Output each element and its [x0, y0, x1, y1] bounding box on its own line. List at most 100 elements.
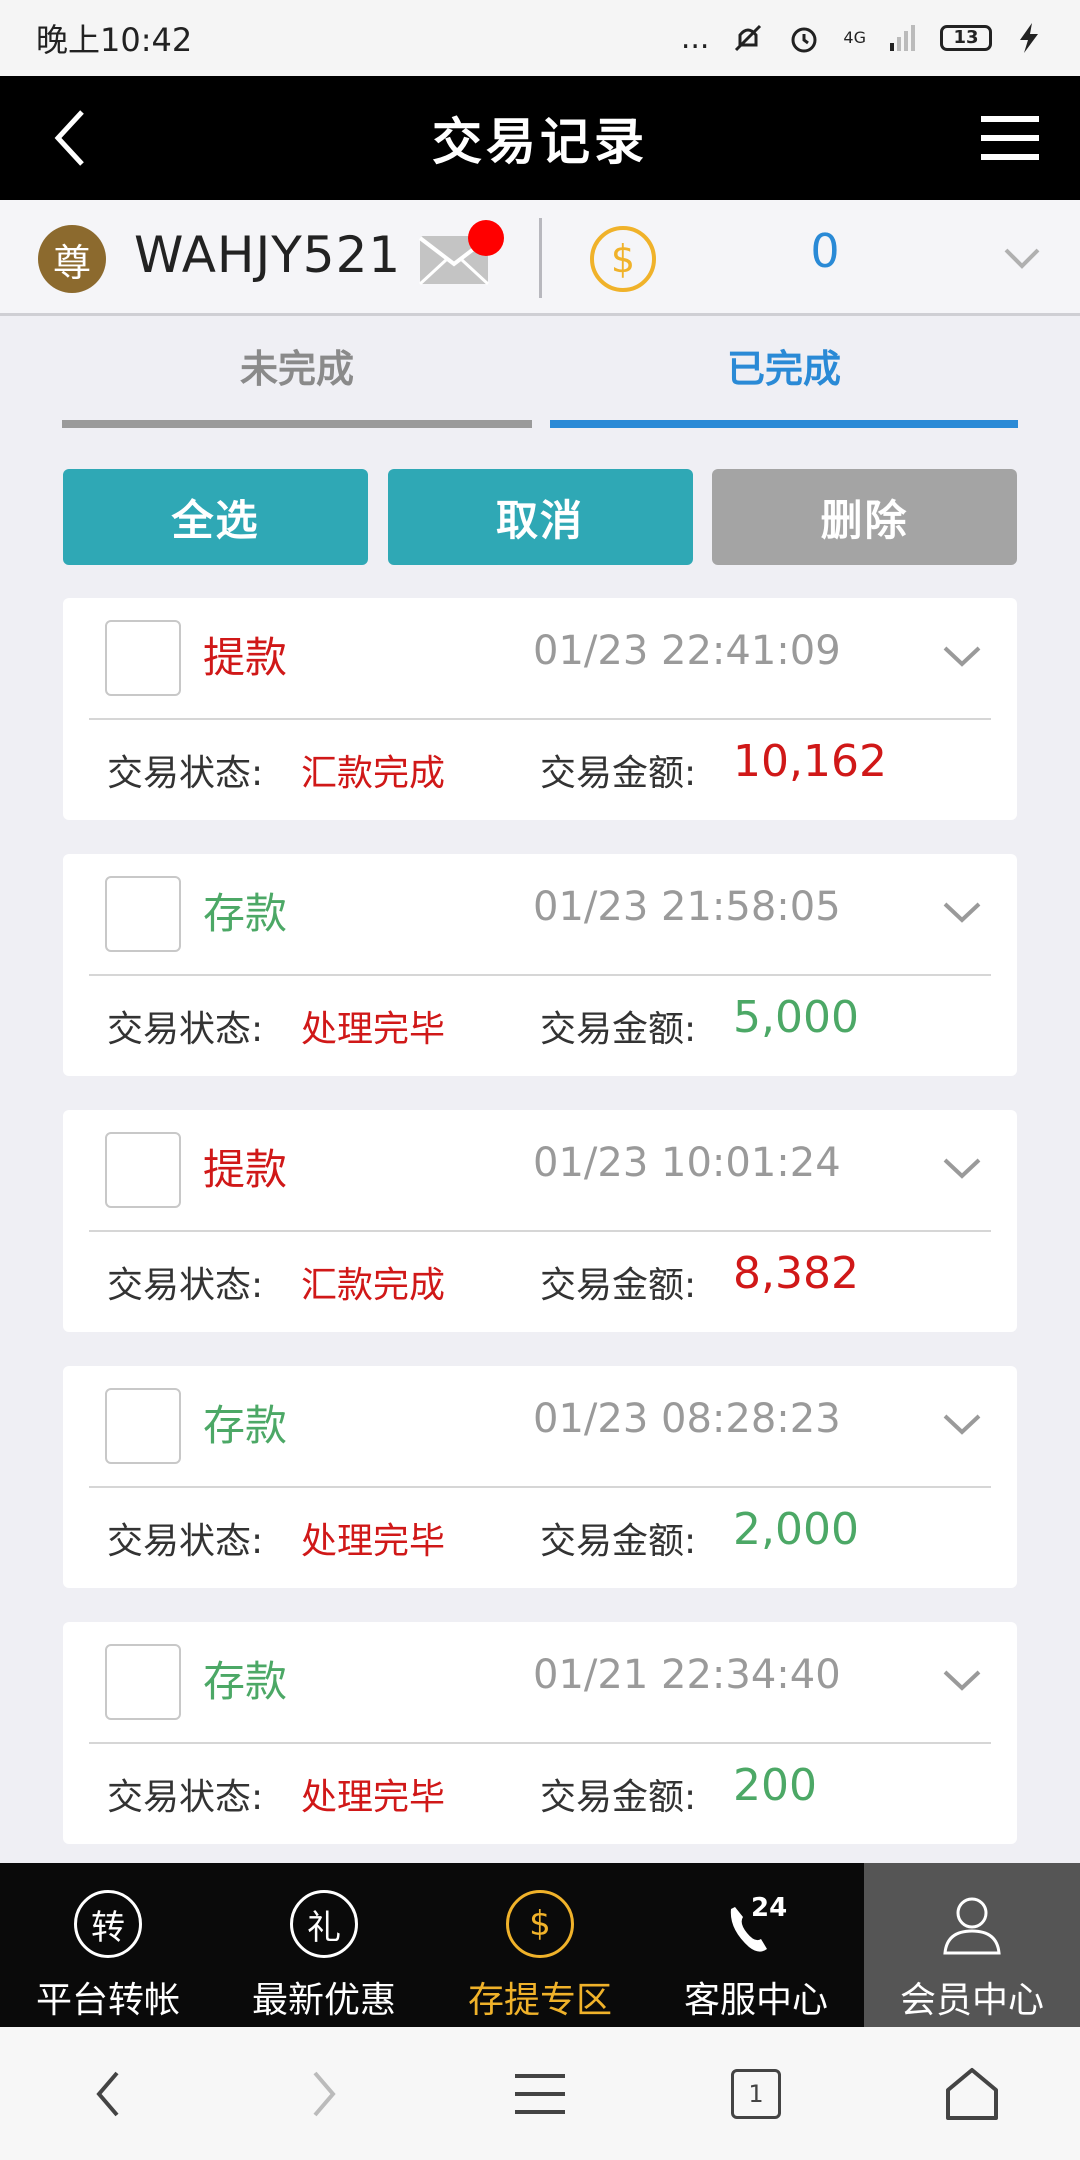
coin-icon: $ [590, 226, 656, 292]
record-type: 存款 [203, 889, 288, 938]
status-value: 汇款完成 [301, 1265, 446, 1306]
menu-button[interactable] [970, 98, 1050, 178]
record-checkbox[interactable] [105, 620, 181, 696]
status-value: 汇款完成 [301, 753, 446, 794]
status-value: 处理完毕 [301, 1521, 446, 1562]
amount-label: 交易金额: [540, 1777, 697, 1818]
divider [89, 718, 991, 720]
divider [89, 974, 991, 976]
nav-member-center[interactable]: 会员中心 [864, 1863, 1080, 2027]
tab-completed[interactable]: 已完成 [550, 318, 1018, 428]
tab-count-icon: 1 [731, 2068, 781, 2119]
cancel-button[interactable]: 取消 [387, 469, 693, 565]
amount-label: 交易金额: [540, 1265, 697, 1306]
record-card[interactable]: 存款 01/23 21:58:05 交易状态: 处理完毕 交易金额: 5,000 [63, 854, 1017, 1076]
browser-home-button[interactable] [932, 2054, 1012, 2134]
tab-underline [550, 420, 1018, 428]
page-title: 交易记录 [432, 113, 648, 171]
record-card[interactable]: 存款 01/23 08:28:23 交易状态: 处理完毕 交易金额: 2,000 [63, 1366, 1017, 1588]
amount-value: 2,000 [733, 1504, 859, 1555]
select-all-button[interactable]: 全选 [63, 469, 368, 565]
gift-icon: 礼 [289, 1889, 359, 1959]
status-bar: 晚上10:42 ... 4G 13 [0, 0, 1080, 76]
nav-icon-circle: 礼 [290, 1890, 358, 1958]
record-time: 01/23 08:28:23 [533, 1396, 841, 1442]
record-time: 01/23 22:41:09 [533, 628, 841, 674]
chevron-down-icon[interactable] [939, 1402, 985, 1448]
record-time: 01/23 10:01:24 [533, 1140, 841, 1186]
status-value: 处理完毕 [301, 1009, 446, 1050]
balance-value: 0 [810, 224, 840, 278]
nav-label: 会员中心 [899, 1980, 1044, 2021]
status-value: 处理完毕 [301, 1777, 446, 1818]
amount-value: 8,382 [733, 1248, 859, 1299]
status-time: 晚上10:42 [36, 21, 193, 59]
alarm-icon [791, 27, 817, 53]
more-dots-icon: ... [680, 20, 710, 56]
delete-button[interactable]: 删除 [712, 469, 1017, 565]
record-type: 存款 [203, 1657, 288, 1706]
record-type: 提款 [203, 633, 288, 682]
chevron-left-icon [96, 2071, 119, 2116]
record-card[interactable]: 提款 01/23 22:41:09 交易状态: 汇款完成 交易金额: 10,16… [63, 598, 1017, 820]
status-label: 交易状态: [107, 1265, 264, 1306]
tab-pending[interactable]: 未完成 [62, 318, 532, 428]
chevron-down-icon[interactable] [939, 1146, 985, 1192]
record-time: 01/23 21:58:05 [533, 884, 841, 930]
hamburger-menu-icon [981, 116, 1039, 160]
avatar: 尊 [38, 225, 106, 293]
network-label: 4G [843, 28, 866, 47]
user-icon [937, 1889, 1007, 1959]
browser-forward-button[interactable] [284, 2054, 364, 2134]
status-label: 交易状态: [107, 1521, 264, 1562]
chevron-down-icon[interactable] [939, 1658, 985, 1704]
divider [89, 1742, 991, 1744]
nav-icon-circle: 转 [74, 1890, 142, 1958]
chevron-down-icon[interactable] [1000, 236, 1044, 280]
record-card[interactable]: 提款 01/23 10:01:24 交易状态: 汇款完成 交易金额: 8,382 [63, 1110, 1017, 1332]
signal-icon [890, 25, 915, 51]
user-info-bar: 尊 WAHJY521 $ 0 [0, 200, 1080, 316]
browser-tabs-button[interactable]: 1 [716, 2054, 796, 2134]
menu-icon [515, 2073, 565, 2114]
chevron-down-icon[interactable] [939, 890, 985, 936]
record-tabs: 未完成 已完成 [0, 318, 1080, 428]
support-24h-icon: 24 [721, 1889, 791, 1959]
divider [539, 218, 542, 298]
record-checkbox[interactable] [105, 1132, 181, 1208]
nav-icon-circle: $ [506, 1890, 574, 1958]
amount-label: 交易金额: [540, 753, 697, 794]
support-24-text: 24 [751, 1893, 788, 1923]
record-type: 提款 [203, 1145, 288, 1194]
amount-label: 交易金额: [540, 1521, 697, 1562]
record-checkbox[interactable] [105, 1388, 181, 1464]
amount-value: 5,000 [733, 992, 859, 1043]
username: WAHJY521 [134, 226, 402, 284]
divider [89, 1230, 991, 1232]
nav-transfer[interactable]: 转 平台转帐 [0, 1863, 216, 2027]
browser-back-button[interactable] [68, 2054, 148, 2134]
nav-label: 存提专区 [467, 1980, 612, 2021]
amount-value: 200 [733, 1760, 817, 1811]
back-button[interactable] [30, 98, 110, 178]
chevron-right-icon [313, 2071, 336, 2116]
action-buttons: 全选 取消 删除 [63, 469, 1017, 565]
nav-deposit-withdraw[interactable]: $ 存提专区 [432, 1863, 648, 2027]
chevron-down-icon[interactable] [939, 634, 985, 680]
tab-label: 未完成 [239, 347, 354, 391]
dollar-icon: $ [505, 1889, 575, 1959]
nav-label: 最新优惠 [251, 1980, 396, 2021]
browser-menu-button[interactable] [500, 2054, 580, 2134]
nav-promotions[interactable]: 礼 最新优惠 [216, 1863, 432, 2027]
transfer-icon: 转 [73, 1889, 143, 1959]
svg-text:$: $ [611, 237, 635, 281]
status-label: 交易状态: [107, 753, 264, 794]
charging-icon [1020, 23, 1038, 53]
amount-value: 10,162 [733, 736, 887, 787]
amount-label: 交易金额: [540, 1009, 697, 1050]
record-checkbox[interactable] [105, 1644, 181, 1720]
nav-support[interactable]: 24 客服中心 [648, 1863, 864, 2027]
status-label: 交易状态: [107, 1777, 264, 1818]
record-card[interactable]: 存款 01/21 22:34:40 交易状态: 处理完毕 交易金额: 200 [63, 1622, 1017, 1844]
record-checkbox[interactable] [105, 876, 181, 952]
